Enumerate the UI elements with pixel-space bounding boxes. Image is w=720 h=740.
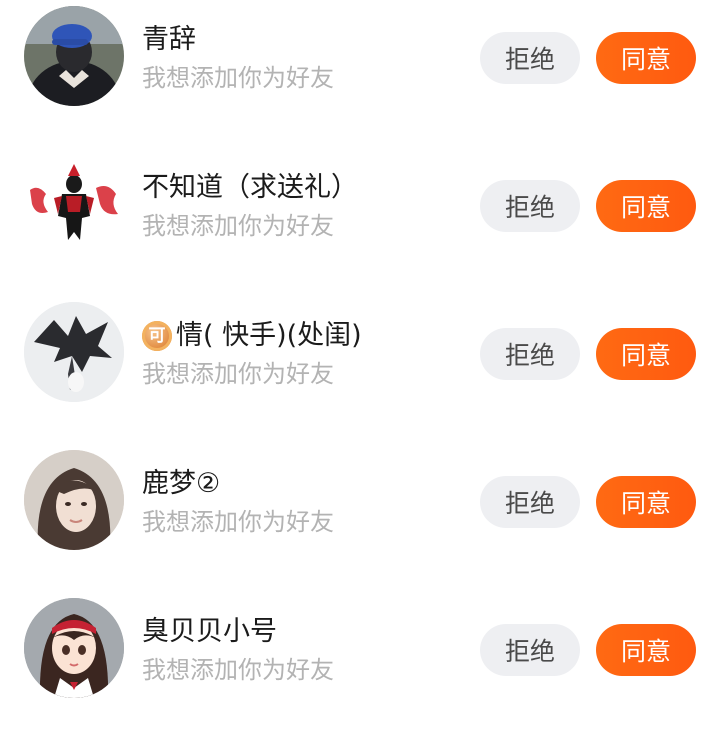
friend-request-list: 青辞 我想添加你为好友 拒绝 同意 不知道（求送礼） 我想添加你为好友 拒绝 同 bbox=[0, 0, 720, 720]
user-name-text: 青辞 bbox=[142, 24, 196, 55]
user-name: 青辞 bbox=[142, 22, 196, 58]
reject-button[interactable]: 拒绝 bbox=[480, 624, 580, 676]
accept-button[interactable]: 同意 bbox=[596, 476, 696, 528]
friend-request-item: 青辞 我想添加你为好友 拒绝 同意 bbox=[0, 0, 720, 148]
avatar[interactable] bbox=[24, 154, 124, 254]
reject-button[interactable]: 拒绝 bbox=[480, 476, 580, 528]
accept-button[interactable]: 同意 bbox=[596, 180, 696, 232]
avatar[interactable] bbox=[24, 450, 124, 550]
request-message: 我想添加你为好友 bbox=[142, 656, 334, 684]
accept-button[interactable]: 同意 bbox=[596, 32, 696, 84]
request-message: 我想添加你为好友 bbox=[142, 212, 334, 240]
accept-button[interactable]: 同意 bbox=[596, 328, 696, 380]
user-name-text: 不知道（求送礼） bbox=[142, 172, 358, 203]
reject-button[interactable]: 拒绝 bbox=[480, 180, 580, 232]
avatar[interactable] bbox=[24, 302, 124, 402]
user-name: 鹿梦② bbox=[142, 466, 220, 502]
reject-button[interactable]: 拒绝 bbox=[480, 328, 580, 380]
reject-button[interactable]: 拒绝 bbox=[480, 32, 580, 84]
avatar[interactable] bbox=[24, 6, 124, 106]
request-message: 我想添加你为好友 bbox=[142, 64, 334, 92]
request-message: 我想添加你为好友 bbox=[142, 360, 334, 388]
accept-button[interactable]: 同意 bbox=[596, 624, 696, 676]
user-name-text: 情( 快手)(处闺) bbox=[176, 320, 362, 351]
user-name-text: 鹿梦② bbox=[142, 468, 221, 499]
user-name-text: 臭贝贝小号 bbox=[142, 616, 277, 647]
level-badge-icon: 可 bbox=[142, 321, 172, 351]
avatar[interactable] bbox=[24, 598, 124, 698]
friend-request-item: 臭贝贝小号 我想添加你为好友 拒绝 同意 bbox=[0, 592, 720, 740]
friend-request-item: 不知道（求送礼） 我想添加你为好友 拒绝 同意 bbox=[0, 148, 720, 296]
friend-request-item: 可 情( 快手)(处闺) 我想添加你为好友 拒绝 同意 bbox=[0, 296, 720, 444]
request-message: 我想添加你为好友 bbox=[142, 508, 334, 536]
user-name: 可 情( 快手)(处闺) bbox=[142, 318, 362, 354]
friend-request-item: 鹿梦② 我想添加你为好友 拒绝 同意 bbox=[0, 444, 720, 592]
user-name: 不知道（求送礼） bbox=[142, 170, 358, 206]
user-name: 臭贝贝小号 bbox=[142, 614, 277, 650]
